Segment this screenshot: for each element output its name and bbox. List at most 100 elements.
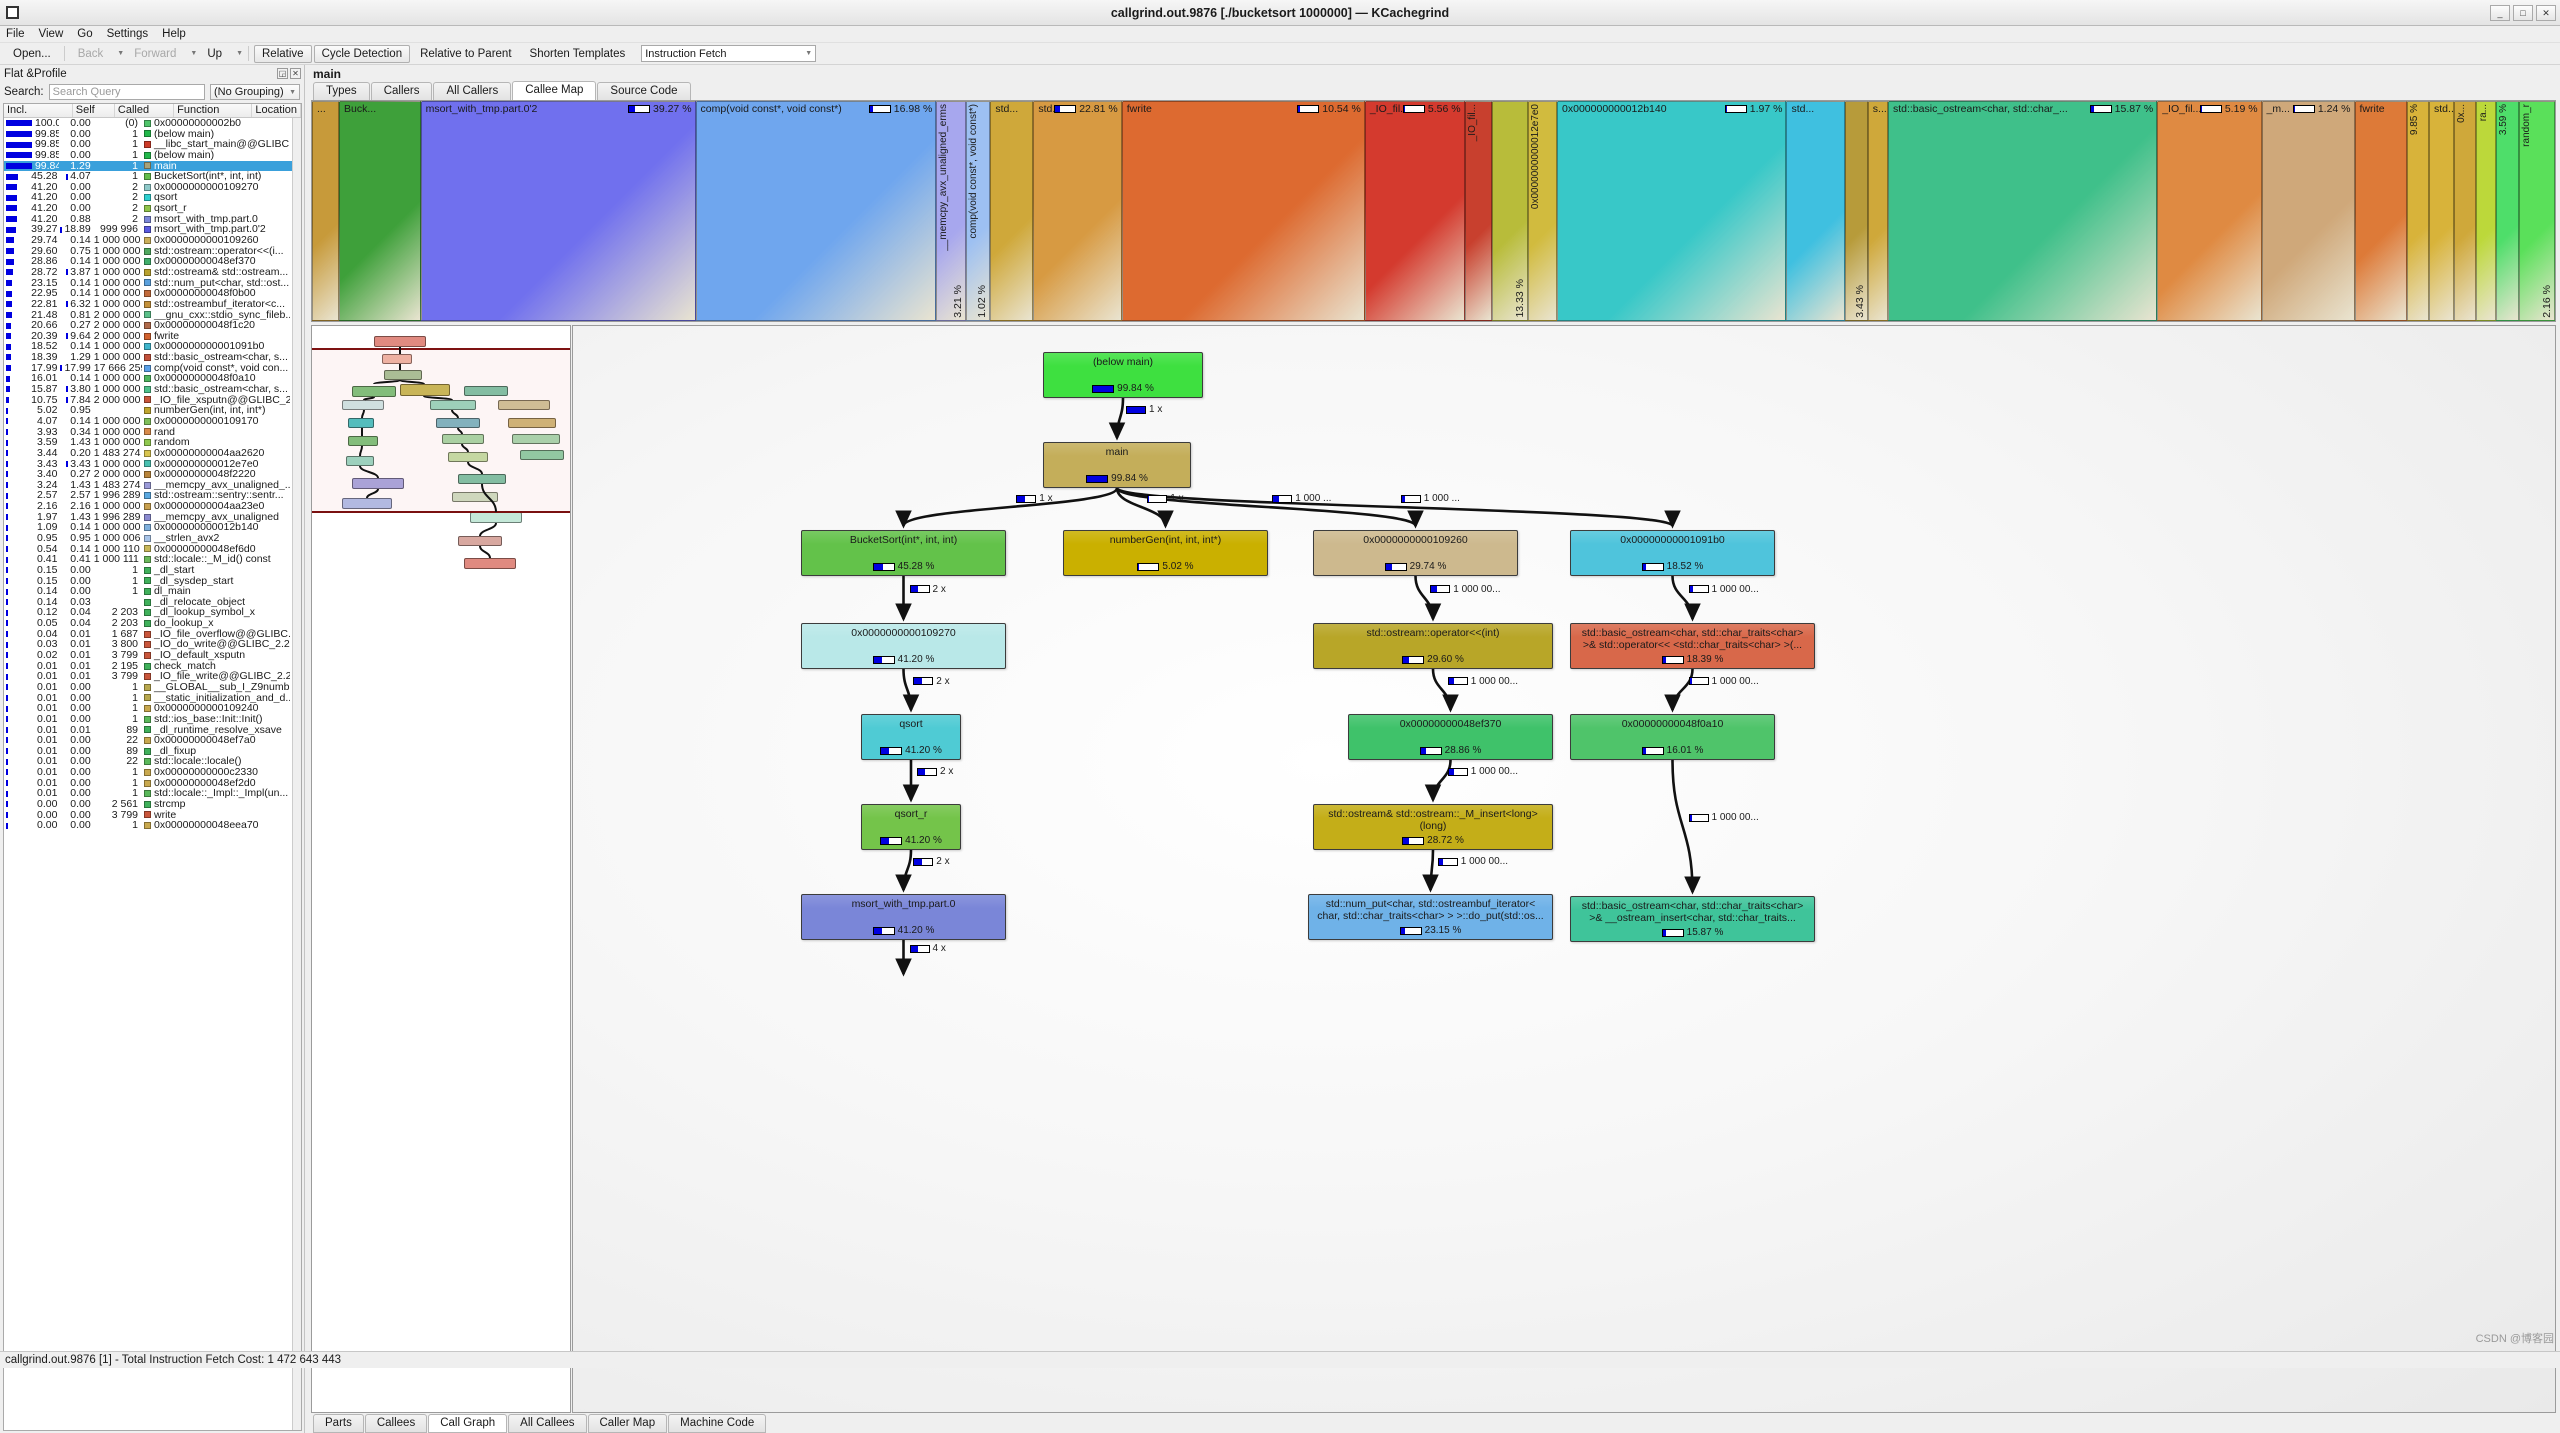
tab-types[interactable]: Types (313, 82, 370, 100)
treemap-cell[interactable]: msort_with_tmp.part.0'239.27 % (421, 101, 696, 321)
call-graph-node[interactable]: BucketSort(int*, int, int)45.28 % (801, 530, 1006, 576)
call-graph-node[interactable]: std::ostream::operator<<(int)29.60 % (1313, 623, 1553, 669)
table-row[interactable]: 0.140.001dl_mainld-linux-x8 (4, 586, 292, 597)
back-button[interactable]: Back (70, 45, 112, 63)
treemap-cell[interactable]: s... (1868, 101, 1888, 321)
bottom-tab-all-callees[interactable]: All Callees (508, 1414, 586, 1433)
menu-item-settings[interactable]: Settings (107, 28, 149, 40)
table-row[interactable]: 2.572.571 996 289std::ostream::sentry::s… (4, 490, 292, 501)
table-row[interactable]: 0.010.0189_dl_runtime_resolve_xsaveld-li… (4, 725, 292, 736)
table-row[interactable]: 3.241.431 483 274__memcpy_avx_unaligned_… (4, 480, 292, 491)
call-graph-node[interactable]: (below main)99.84 % (1043, 352, 1203, 398)
treemap-cell[interactable]: 0x000000000012b1401.97 % (1557, 101, 1786, 321)
column-header-location[interactable]: Location (252, 104, 301, 117)
table-row[interactable]: 28.723.871 000 000std::ostream& std::ost… (4, 267, 292, 278)
table-row[interactable]: 0.020.013 799_IO_default_xsputnlibc.so.6… (4, 650, 292, 661)
table-row[interactable]: 20.660.272 000 0000x00000000048f1c20(unk… (4, 320, 292, 331)
table-row[interactable]: 1.971.431 996 289__memcpy_avx_unalignedl… (4, 512, 292, 523)
table-row[interactable]: 23.150.141 000 000std::num_put<char, std… (4, 278, 292, 289)
close-button[interactable]: ✕ (2536, 5, 2556, 21)
table-row[interactable]: 0.050.042 203do_lookup_xld-linux-x8 (4, 618, 292, 629)
forward-button[interactable]: Forward (126, 45, 184, 63)
call-graph-node[interactable]: std::num_put<char, std::ostreambuf_itera… (1308, 894, 1553, 940)
call-graph-node[interactable]: 0x00000000048ef37028.86 % (1348, 714, 1553, 760)
table-row[interactable]: 18.520.141 000 0000x000000000001091b0(un… (4, 341, 292, 352)
relative-to-parent-toggle[interactable]: Relative to Parent (412, 45, 519, 63)
table-row[interactable]: 99.841.291mainbucketsor (4, 161, 292, 172)
maximize-button[interactable]: □ (2513, 5, 2533, 21)
table-row[interactable]: 99.850.001__libc_start_main@@GLIBC...lib… (4, 139, 292, 150)
table-row[interactable]: 0.150.001_dl_startld-linux-x8 (4, 565, 292, 576)
table-row[interactable]: 10.757.842 000 000_IO_file_xsputn@@GLIBC… (4, 395, 292, 406)
table-row[interactable]: 1.090.141 000 0000x000000000012b140(unkn… (4, 522, 292, 533)
cycle-detection-toggle[interactable]: Cycle Detection (314, 45, 411, 63)
table-row[interactable]: 22.816.321 000 000std::ostreambuf_iterat… (4, 299, 292, 310)
table-row[interactable]: 99.850.001(below main)libc.so.6: l (4, 150, 292, 161)
table-row[interactable]: 4.070.141 000 0000x0000000000109170(unkn… (4, 416, 292, 427)
search-input[interactable]: Search Query (49, 84, 205, 100)
treemap-cell[interactable]: ... (312, 101, 339, 321)
table-row[interactable]: 15.873.801 000 000std::basic_ostream<cha… (4, 384, 292, 395)
call-graph-node[interactable]: qsort_r41.20 % (861, 804, 961, 850)
call-graph-node[interactable]: 0x000000000010927041.20 % (801, 623, 1006, 669)
shorten-templates-toggle[interactable]: Shorten Templates (522, 45, 634, 63)
call-graph-node[interactable]: numberGen(int, int, int*)5.02 % (1063, 530, 1268, 576)
bottom-tab-parts[interactable]: Parts (313, 1414, 364, 1433)
treemap-cell[interactable]: _IO_fil...5.19 % (2157, 101, 2261, 321)
table-row[interactable]: 17.9917.9917 666 259comp(void const*, vo… (4, 363, 292, 374)
table-row[interactable]: 5.020.95numberGen(int, int, int*)buckets… (4, 405, 292, 416)
column-header-incl[interactable]: Incl. (4, 104, 73, 117)
menu-item-help[interactable]: Help (162, 28, 186, 40)
table-row[interactable]: 0.000.0010x00000000048eea70(unknown) (4, 820, 292, 831)
table-row[interactable]: 0.040.011 687_IO_file_overflow@@GLIBC...… (4, 629, 292, 640)
treemap-cell[interactable]: 3.59 % (2496, 101, 2518, 321)
table-row[interactable]: 0.010.0010x00000000048ef2d0(unknown) (4, 778, 292, 789)
treemap-cell[interactable]: std... (990, 101, 1033, 321)
table-row[interactable]: 3.591.431 000 000randomlibc.so.6: (4, 437, 292, 448)
forward-dropdown-icon[interactable]: ▼ (190, 50, 197, 57)
treemap-cell[interactable]: _m...1.24 % (2262, 101, 2355, 321)
table-row[interactable]: 0.950.951 000 006__strlen_avx2libc.so.6: (4, 533, 292, 544)
menu-item-file[interactable]: File (6, 28, 25, 40)
table-row[interactable]: 0.410.411 000 111std::locale::_M_id() co… (4, 554, 292, 565)
flat-profile-scrollbar[interactable] (292, 118, 301, 1430)
treemap-cell[interactable]: _IO_fil... (1465, 101, 1492, 321)
treemap-cell[interactable]: 3.43 % (1845, 101, 1867, 321)
call-graph-node[interactable]: 0x00000000001091b018.52 % (1570, 530, 1775, 576)
table-row[interactable]: 0.010.001__static_initialization_and_d..… (4, 693, 292, 704)
treemap-cell[interactable]: 9.85 % (2407, 101, 2429, 321)
call-graph-node[interactable]: 0x00000000048f0a1016.01 % (1570, 714, 1775, 760)
treemap-cell[interactable]: comp(void const*, void const*)16.98 % (696, 101, 937, 321)
table-row[interactable]: 0.010.013 799_IO_file_write@@GLIBC_2.2.5… (4, 671, 292, 682)
table-row[interactable]: 29.600.751 000 000std::ostream::operator… (4, 246, 292, 257)
treemap-cell[interactable]: ra... (2476, 101, 2496, 321)
minimize-button[interactable]: _ (2490, 5, 2510, 21)
table-row[interactable]: 29.740.141 000 0000x0000000000109260(unk… (4, 235, 292, 246)
treemap-cell[interactable]: std...22.81 % (1033, 101, 1121, 321)
table-row[interactable]: 20.399.642 000 000fwritelibc.so.6: (4, 331, 292, 342)
table-row[interactable]: 2.162.161 000 0000x00000000004aa23e0(unk… (4, 501, 292, 512)
table-row[interactable]: 22.950.141 000 0000x00000000048f0b00(unk… (4, 288, 292, 299)
table-row[interactable]: 0.010.001std::ios_base::Init::Init()libs… (4, 714, 292, 725)
treemap-cell[interactable]: comp(void const*, void const*)1.02 % (966, 101, 991, 321)
table-row[interactable]: 41.200.002qsortlibc.so.6: (4, 192, 292, 203)
call-graph-node[interactable]: qsort41.20 % (861, 714, 961, 760)
table-row[interactable]: 21.480.812 000 000__gnu_cxx::stdio_sync_… (4, 310, 292, 321)
bottom-tab-callees[interactable]: Callees (365, 1414, 427, 1433)
table-row[interactable]: 0.000.002 561strcmpld-linux-x8 (4, 799, 292, 810)
column-header-self[interactable]: Self (73, 104, 115, 117)
table-row[interactable]: 0.540.141 000 1100x00000000048ef6d0(unkn… (4, 544, 292, 555)
table-row[interactable]: 0.150.001_dl_sysdep_startld-linux-x8 (4, 576, 292, 587)
call-graph-canvas[interactable]: (below main)99.84 %main99.84 %BucketSort… (572, 325, 2556, 1413)
call-graph-node[interactable]: std::basic_ostream<char, std::char_trait… (1570, 623, 1815, 669)
table-row[interactable]: 3.433.431 000 0000x000000000012e7e0(unkn… (4, 459, 292, 470)
close-dock-icon[interactable]: ✕ (290, 68, 301, 79)
grouping-combo[interactable]: (No Grouping) ▼ (210, 84, 300, 100)
table-row[interactable]: 3.930.341 000 000randlibc.so.6: (4, 427, 292, 438)
treemap-cell[interactable]: _IO_fil...5.56 % (1365, 101, 1465, 321)
table-row[interactable]: 28.860.141 000 0000x00000000048ef370(unk… (4, 256, 292, 267)
treemap-cell[interactable]: random_r2.16 % (2519, 101, 2555, 321)
undock-icon[interactable]: ◲ (277, 68, 288, 79)
bottom-tab-call-graph[interactable]: Call Graph (428, 1414, 507, 1433)
event-type-combo[interactable]: Instruction Fetch ▼ (641, 45, 816, 62)
